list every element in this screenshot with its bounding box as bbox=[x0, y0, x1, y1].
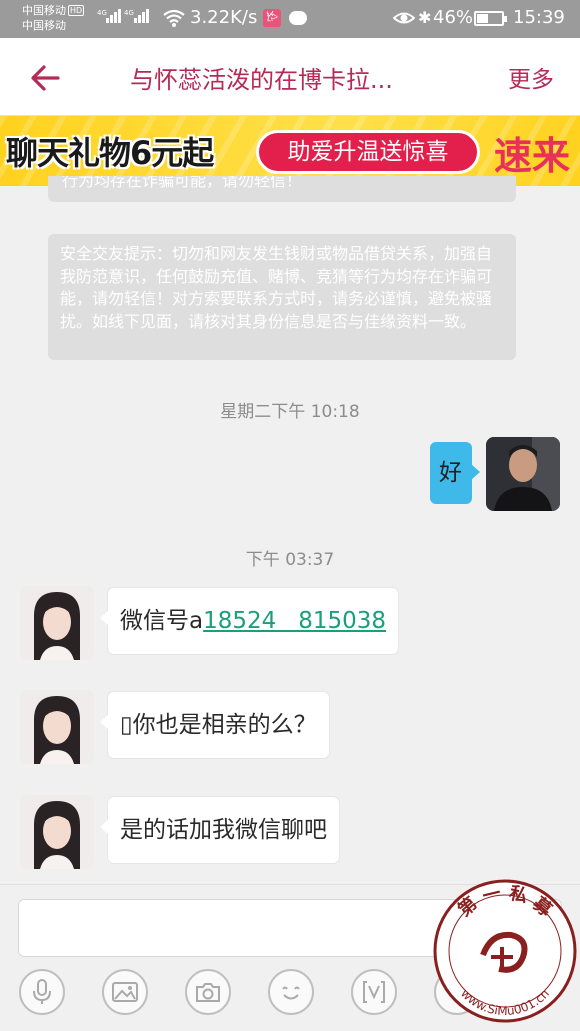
battery-level bbox=[477, 14, 488, 23]
site-watermark-logo: 第 一 私 募 www.SiMu001.cn bbox=[433, 879, 577, 1023]
back-button[interactable] bbox=[24, 56, 68, 100]
received-message-text: 微信号a bbox=[120, 608, 204, 634]
image-icon bbox=[112, 982, 138, 1002]
signal-icon bbox=[134, 9, 149, 23]
hd-badge: HD bbox=[68, 5, 85, 16]
carrier-1: 中国移动 bbox=[22, 4, 66, 17]
emoji-icon bbox=[282, 986, 300, 1000]
banner-cta: 速来 bbox=[494, 134, 571, 178]
camera-button[interactable] bbox=[185, 969, 231, 1015]
message-timestamp: 下午 03:37 bbox=[245, 550, 335, 570]
contact-avatar[interactable] bbox=[20, 586, 94, 660]
received-message-bubble[interactable]: 微信号a18524 815038 bbox=[99, 588, 399, 654]
contact-avatar[interactable] bbox=[20, 690, 94, 764]
phone-number-link[interactable]: 18524 815038 bbox=[203, 608, 386, 634]
safety-notice-partial: 行为均存在诈骗可能，请勿轻信！ bbox=[48, 176, 516, 202]
battery-icon bbox=[474, 11, 507, 26]
eye-comfort-icon bbox=[393, 12, 415, 24]
video-button[interactable] bbox=[351, 969, 397, 1015]
message-timestamp: 星期二下午 10:18 bbox=[220, 402, 360, 422]
more-button[interactable]: 更多 bbox=[508, 60, 554, 94]
wifi-icon bbox=[163, 9, 185, 27]
status-bar: 中国移动 HD 中国移动 4G 4G 3.22K/s 𐂂 ✱ 46% 15:39 bbox=[0, 0, 580, 38]
received-message-text: ▯你也是相亲的么？ bbox=[120, 712, 317, 738]
chat-title: 与怀蕊活泼的在博卡拉... bbox=[130, 66, 393, 94]
banner-pill: 助爱升温送惊喜 bbox=[256, 130, 480, 174]
arrow-left-icon bbox=[31, 65, 60, 91]
received-message-bubble[interactable]: ▯你也是相亲的么？ bbox=[100, 692, 329, 758]
app-notification-icon: 𐂂 bbox=[263, 9, 281, 27]
received-message-bubble[interactable]: 是的话加我微信聊吧 bbox=[100, 797, 339, 863]
signal-icon bbox=[106, 9, 121, 23]
sent-message-text: 好 bbox=[439, 460, 462, 486]
carrier-info: 中国移动 HD 中国移动 bbox=[22, 3, 85, 33]
battery-percent: 46% bbox=[433, 7, 474, 28]
network-type-2: 4G bbox=[124, 9, 134, 17]
chat-header: 与怀蕊活泼的在博卡拉... 更多 bbox=[0, 38, 580, 116]
bluetooth-icon: ✱ bbox=[418, 8, 432, 27]
sent-message-bubble[interactable]: 好 bbox=[430, 442, 480, 504]
contact-avatar[interactable] bbox=[20, 795, 94, 869]
safety-notice: 安全交友提示：切勿和网友发生钱财或物品借贷关系，加强自我防范意识，任何鼓励充值、… bbox=[48, 234, 516, 360]
emoji-button[interactable] bbox=[268, 969, 314, 1015]
voice-button[interactable] bbox=[19, 969, 65, 1015]
avatar-photo bbox=[20, 795, 94, 869]
safety-notice-partial-text: 行为均存在诈骗可能，请勿轻信！ bbox=[62, 176, 303, 190]
camera-icon bbox=[196, 983, 220, 1002]
microphone-icon bbox=[33, 979, 51, 1004]
network-speed: 3.22K/s bbox=[190, 7, 258, 28]
image-button[interactable] bbox=[102, 969, 148, 1015]
avatar-photo bbox=[486, 437, 560, 511]
carrier-2: 中国移动 bbox=[22, 19, 66, 32]
received-message-text: 是的话加我微信聊吧 bbox=[120, 817, 327, 843]
message-notification-icon bbox=[289, 11, 307, 25]
avatar-photo bbox=[20, 690, 94, 764]
avatar-photo bbox=[20, 586, 94, 660]
clock: 15:39 bbox=[513, 7, 565, 28]
banner-main-text: 聊天礼物6元起 bbox=[6, 134, 214, 172]
my-avatar[interactable] bbox=[486, 437, 560, 511]
video-icon bbox=[363, 981, 385, 1003]
